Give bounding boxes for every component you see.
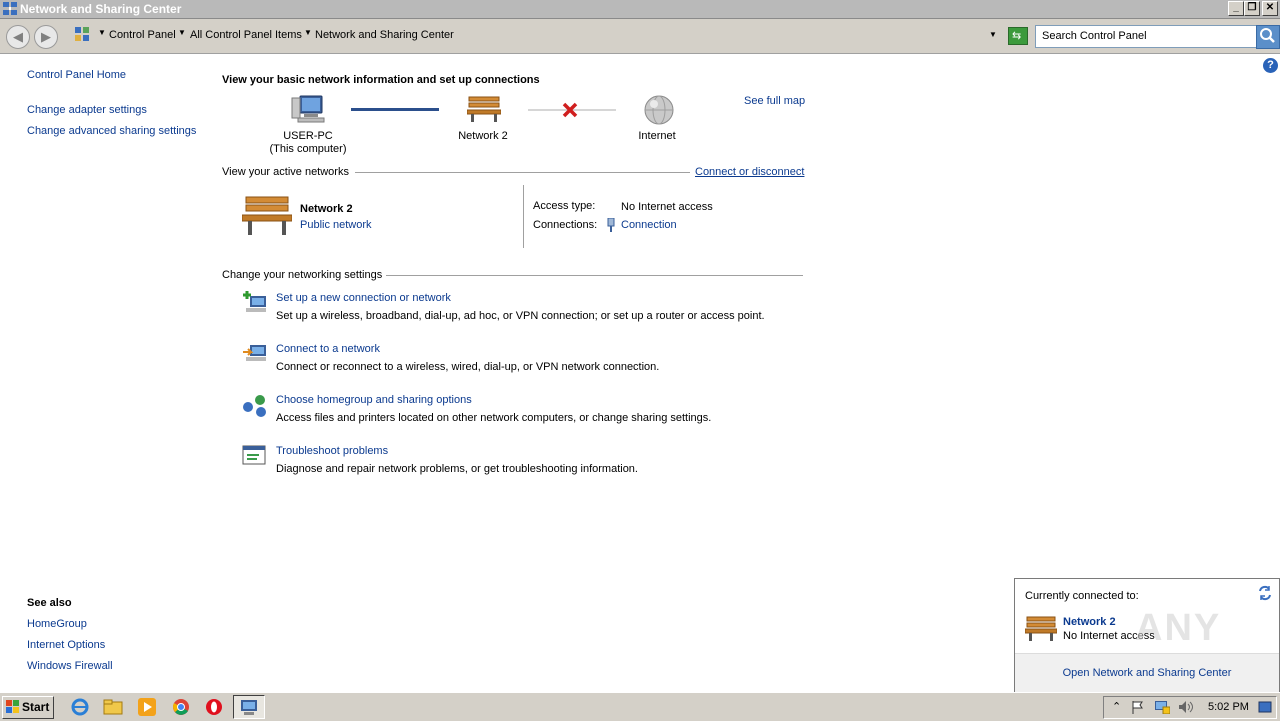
back-button[interactable]: ◀ bbox=[6, 25, 30, 49]
flyout-header: Currently connected to: bbox=[1025, 590, 1139, 602]
clock[interactable]: 5:02 PM bbox=[1208, 701, 1249, 713]
breadcrumb-chevron-icon[interactable]: ▼ bbox=[178, 28, 186, 37]
access-type-value: No Internet access bbox=[621, 201, 713, 213]
refresh-icon: ⇆ bbox=[1012, 30, 1022, 42]
show-hidden-icons-icon[interactable]: ⌃ bbox=[1112, 700, 1121, 713]
start-button[interactable]: Start bbox=[2, 696, 54, 719]
start-label: Start bbox=[22, 700, 50, 714]
network-tray-icon[interactable] bbox=[1154, 700, 1170, 714]
chrome-icon[interactable] bbox=[171, 697, 191, 717]
task-setup-connection-desc: Set up a wireless, broadband, dial-up, a… bbox=[276, 310, 765, 322]
globe-icon[interactable] bbox=[643, 94, 675, 126]
connection-line bbox=[351, 108, 439, 111]
see-also-internet-options[interactable]: Internet Options bbox=[27, 639, 105, 651]
vertical-divider bbox=[523, 185, 524, 248]
breadcrumb-current[interactable]: Network and Sharing Center bbox=[315, 29, 454, 41]
see-also-homegroup[interactable]: HomeGroup bbox=[27, 618, 87, 630]
refresh-button[interactable]: ⇆ bbox=[1008, 27, 1028, 45]
help-icon[interactable]: ? bbox=[1263, 58, 1278, 73]
network-type-link[interactable]: Public network bbox=[300, 219, 372, 231]
refresh-icon[interactable] bbox=[1257, 585, 1273, 601]
connect-network-icon bbox=[243, 345, 266, 361]
connect-or-disconnect-link[interactable]: Connect or disconnect bbox=[695, 166, 804, 178]
restore-button[interactable]: ❐ bbox=[1244, 1, 1260, 16]
taskbar-network-window-button[interactable] bbox=[233, 695, 265, 719]
network-name: Network 2 bbox=[458, 130, 508, 142]
see-also-heading: See also bbox=[27, 597, 72, 609]
task-setup-connection-link[interactable]: Set up a new connection or network bbox=[276, 292, 451, 304]
task-homegroup-desc: Access files and printers located on oth… bbox=[276, 412, 712, 424]
window-title: Network and Sharing Center bbox=[20, 2, 182, 16]
taskbar: Start ⌃ 5:02 PM bbox=[0, 692, 1280, 721]
breadcrumb-chevron-icon[interactable]: ▼ bbox=[98, 28, 106, 37]
connection-link[interactable]: Connection bbox=[621, 219, 677, 231]
new-connection-icon bbox=[243, 291, 266, 312]
active-network-name: Network 2 bbox=[300, 203, 353, 215]
breadcrumb-control-panel[interactable]: Control Panel bbox=[109, 29, 176, 41]
explorer-folder-icon[interactable] bbox=[103, 697, 123, 717]
flyout-network-name[interactable]: Network 2 bbox=[1063, 616, 1116, 628]
error-x-icon[interactable] bbox=[562, 102, 578, 118]
minimize-button[interactable]: _ bbox=[1228, 1, 1244, 16]
search-input[interactable]: Search Control Panel bbox=[1035, 25, 1257, 48]
task-connect-network-desc: Connect or reconnect to a wireless, wire… bbox=[276, 361, 660, 373]
bench-icon bbox=[1025, 616, 1057, 641]
see-also-windows-firewall[interactable]: Windows Firewall bbox=[27, 660, 113, 672]
computer-icon[interactable] bbox=[290, 93, 326, 125]
sidebar-item-control-panel-home[interactable]: Control Panel Home bbox=[27, 69, 126, 81]
connections-label: Connections: bbox=[533, 219, 598, 231]
page-title: View your basic network information and … bbox=[222, 74, 540, 86]
network-app-icon bbox=[3, 2, 17, 15]
breadcrumb-all-items[interactable]: All Control Panel Items bbox=[190, 29, 302, 41]
system-tray: ⌃ 5:02 PM bbox=[1103, 696, 1277, 719]
sidebar-item-change-advanced-sharing[interactable]: Change advanced sharing settings bbox=[27, 125, 196, 137]
homegroup-icon bbox=[243, 395, 266, 417]
open-network-center-link[interactable]: Open Network and Sharing Center bbox=[1015, 667, 1279, 679]
volume-icon[interactable] bbox=[1178, 700, 1194, 714]
bench-icon[interactable] bbox=[467, 95, 501, 123]
breadcrumb-chevron-icon[interactable]: ▼ bbox=[304, 28, 312, 37]
search-icon bbox=[1260, 28, 1275, 43]
close-button[interactable]: ✕ bbox=[1262, 1, 1278, 16]
media-player-icon[interactable] bbox=[137, 697, 157, 717]
computer-subtitle: (This computer) bbox=[269, 143, 347, 155]
divider bbox=[355, 172, 690, 173]
search-placeholder: Search Control Panel bbox=[1042, 30, 1147, 42]
address-dropdown-icon[interactable]: ▼ bbox=[989, 30, 997, 39]
troubleshoot-icon bbox=[242, 445, 266, 465]
forward-button[interactable]: ▶ bbox=[34, 25, 58, 49]
breadcrumb[interactable]: ▼ Control Panel ▼ All Control Panel Item… bbox=[72, 24, 1030, 46]
opera-icon[interactable] bbox=[204, 697, 224, 717]
internet-label: Internet bbox=[638, 130, 676, 142]
internet-explorer-icon[interactable] bbox=[70, 697, 90, 717]
windows-logo-icon bbox=[6, 700, 19, 713]
network-flyout: Currently connected to: Network 2 No Int… bbox=[1014, 578, 1280, 692]
task-connect-network-link[interactable]: Connect to a network bbox=[276, 343, 380, 355]
action-center-flag-icon[interactable] bbox=[1131, 700, 1145, 714]
bench-icon bbox=[242, 196, 292, 235]
settings-heading: Change your networking settings bbox=[222, 269, 383, 281]
search-button[interactable] bbox=[1256, 25, 1280, 49]
network-center-icon bbox=[241, 700, 257, 715]
sidebar-item-change-adapter-settings[interactable]: Change adapter settings bbox=[27, 104, 147, 116]
show-desktop-icon[interactable] bbox=[1258, 700, 1272, 714]
ethernet-icon bbox=[607, 218, 615, 232]
flyout-footer: Open Network and Sharing Center bbox=[1015, 653, 1279, 692]
task-troubleshoot-desc: Diagnose and repair network problems, or… bbox=[276, 463, 638, 475]
back-arrow-icon: ◀ bbox=[13, 29, 23, 44]
forward-arrow-icon: ▶ bbox=[41, 29, 51, 44]
divider bbox=[386, 275, 803, 276]
control-panel-icon bbox=[75, 27, 89, 41]
task-homegroup-link[interactable]: Choose homegroup and sharing options bbox=[276, 394, 472, 406]
address-bar: ◀ ▶ ▼ Control Panel ▼ All Control Panel … bbox=[0, 19, 1280, 54]
title-bar[interactable]: Network and Sharing Center _ ❐ ✕ bbox=[0, 0, 1280, 19]
computer-name: USER-PC bbox=[283, 130, 333, 142]
access-type-label: Access type: bbox=[533, 200, 596, 212]
active-networks-heading: View your active networks bbox=[222, 166, 349, 178]
see-full-map-link[interactable]: See full map bbox=[744, 95, 805, 107]
task-troubleshoot-link[interactable]: Troubleshoot problems bbox=[276, 445, 388, 457]
